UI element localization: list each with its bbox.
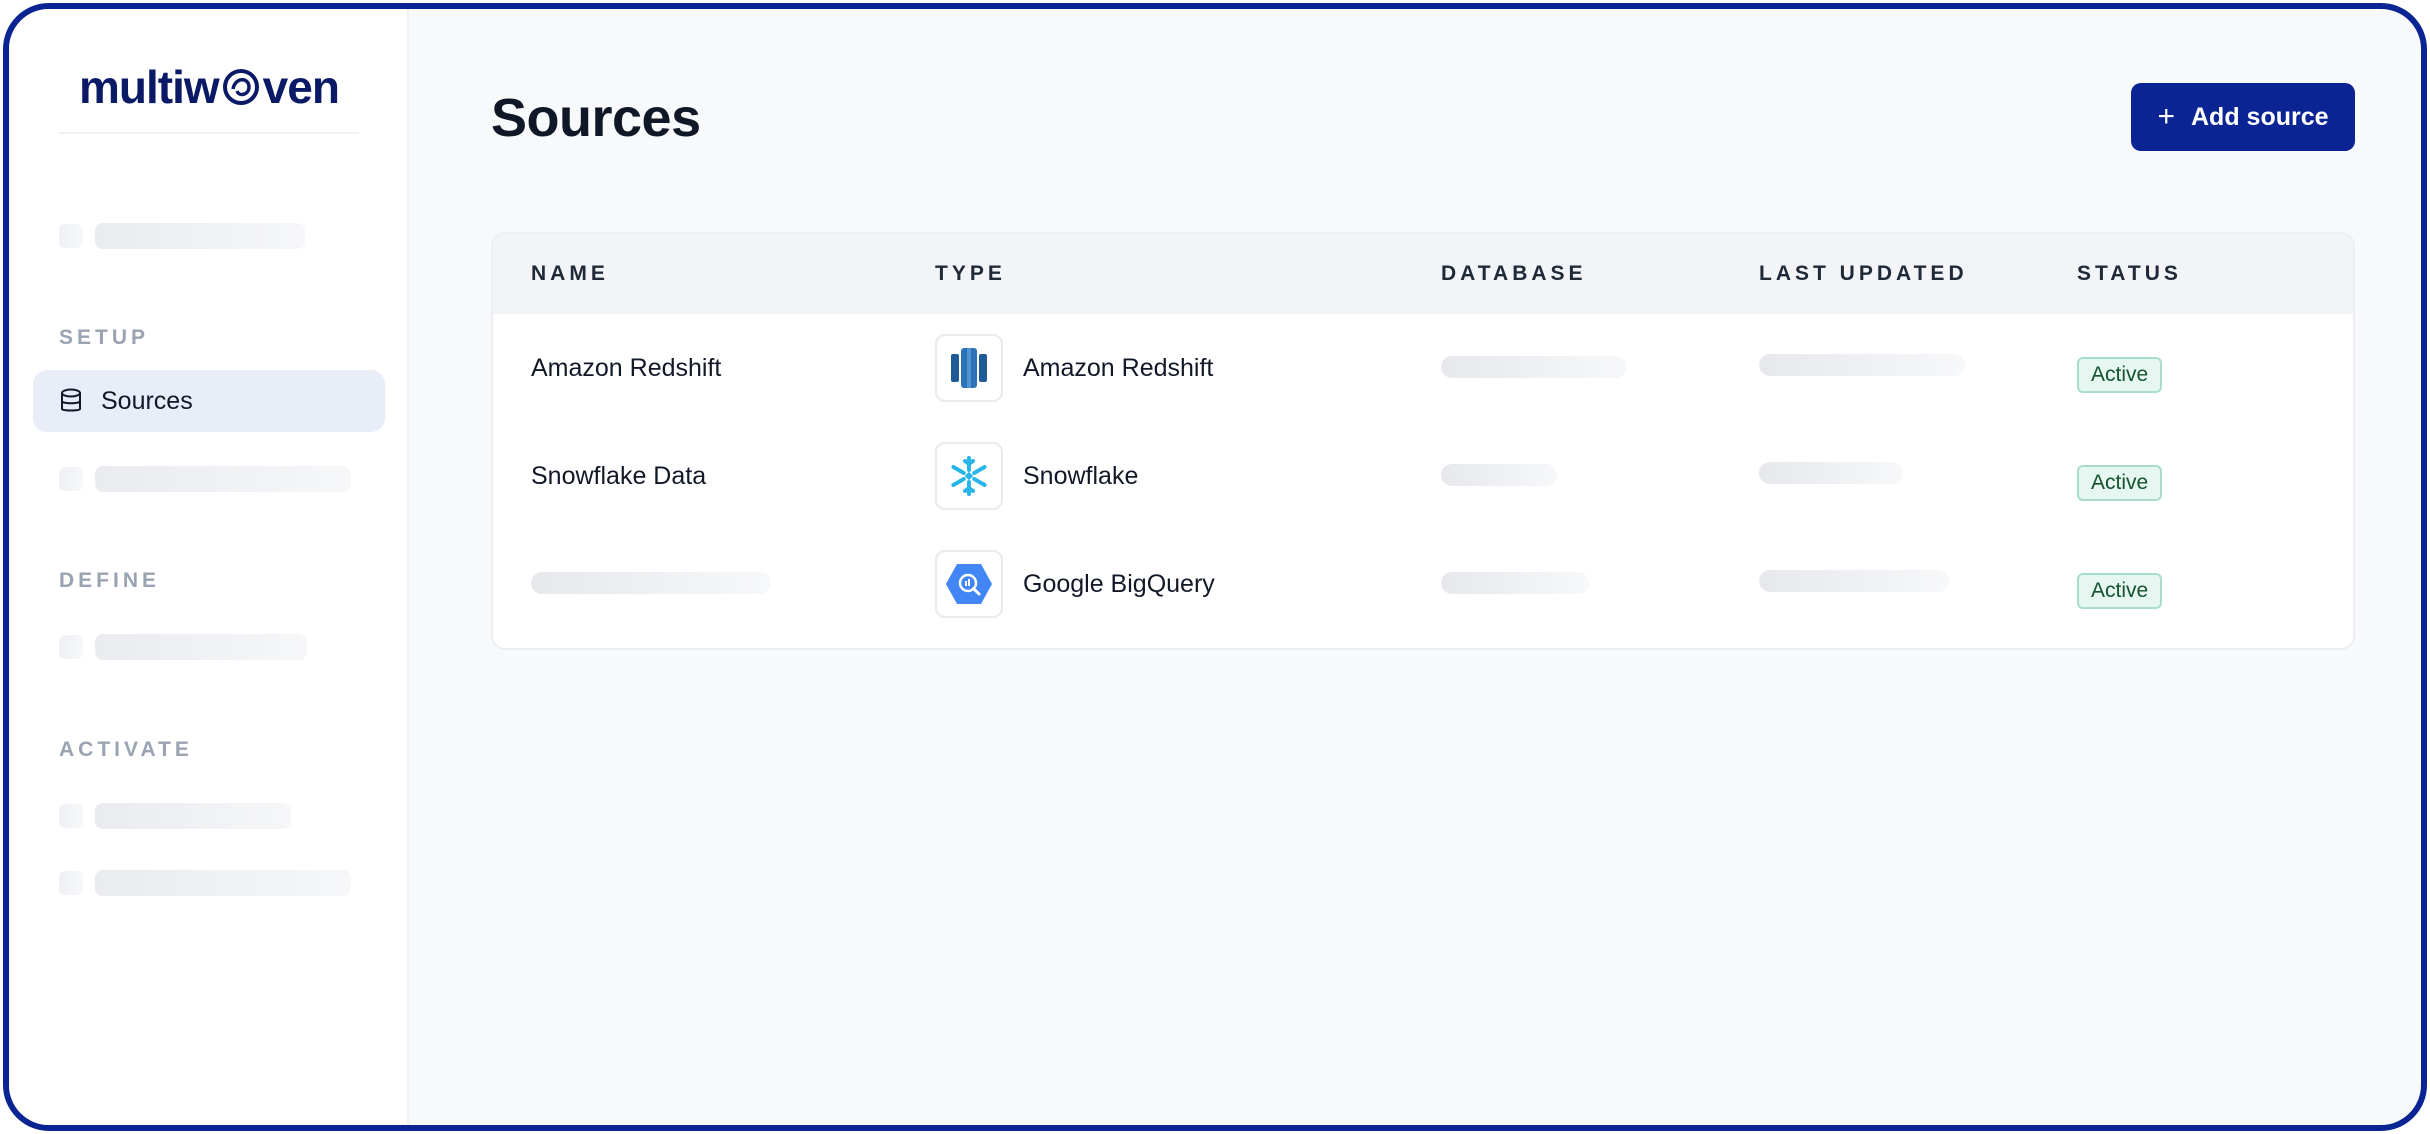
sidebar-item-placeholder: [59, 634, 307, 660]
database-icon: [61, 388, 81, 412]
status-badge: Active: [2077, 357, 2163, 393]
skeleton-icon: [59, 804, 83, 828]
row-type: Amazon Redshift: [935, 334, 1213, 402]
skeleton-label: [95, 466, 351, 492]
row-type-label: Amazon Redshift: [1023, 353, 1214, 382]
app-window: multiw ven SETUP Sources DEFINE ACTIVATE…: [3, 3, 2427, 1131]
page-title: Sources: [491, 88, 701, 148]
add-source-label: Add source: [2191, 102, 2329, 131]
skeleton-label: [95, 870, 351, 896]
google-bigquery-icon: [935, 550, 1003, 618]
skeleton-database: [1441, 572, 1589, 594]
skeleton-last-updated: [1759, 354, 1965, 376]
logo-divider: [59, 132, 359, 134]
skeleton-icon: [59, 224, 83, 248]
column-header-name: NAME: [531, 262, 609, 285]
column-header-database: DATABASE: [1441, 262, 1587, 285]
sidebar: multiw ven SETUP Sources DEFINE ACTIVATE: [9, 9, 409, 1125]
status-badge: Active: [2077, 573, 2163, 609]
skeleton-label: [95, 803, 291, 829]
sidebar-item-sources[interactable]: Sources: [33, 370, 385, 432]
column-header-type: TYPE: [935, 262, 1006, 285]
logo-text-left: multiw: [79, 61, 220, 113]
skeleton-icon: [59, 635, 83, 659]
section-label-define: DEFINE: [59, 569, 161, 592]
table-row[interactable]: Google BigQuery Active: [493, 530, 2353, 638]
column-header-status: STATUS: [2077, 262, 2182, 285]
main-content: Sources + Add source NAME TYPE DATABASE …: [409, 9, 2421, 1125]
snowflake-icon: [935, 442, 1003, 510]
amazon-redshift-icon: [935, 334, 1003, 402]
logo-swirl-icon: [222, 69, 259, 105]
skeleton-label: [95, 634, 307, 660]
table-row[interactable]: Snowflake Data Snowflake Active: [493, 422, 2353, 530]
table-header: NAME TYPE DATABASE LAST UPDATED STATUS: [493, 234, 2353, 314]
section-label-activate: ACTIVATE: [59, 738, 193, 761]
row-type-label: Snowflake: [1023, 461, 1139, 490]
plus-icon: +: [2157, 100, 2175, 133]
row-name: Amazon Redshift: [531, 354, 722, 382]
row-type-label: Google BigQuery: [1023, 569, 1215, 598]
skeleton-database: [1441, 356, 1627, 378]
sidebar-item-label: Sources: [101, 386, 193, 415]
sidebar-item-placeholder: [59, 803, 291, 829]
row-name: Snowflake Data: [531, 462, 707, 490]
add-source-button[interactable]: + Add source: [2131, 83, 2355, 151]
skeleton-icon: [59, 871, 83, 895]
logo: multiw ven: [79, 57, 340, 117]
skeleton-label: [95, 223, 305, 249]
row-type: Google BigQuery: [935, 550, 1215, 618]
skeleton-last-updated: [1759, 462, 1903, 484]
status-badge: Active: [2077, 465, 2163, 501]
skeleton-last-updated: [1759, 570, 1949, 592]
logo-text-right: ven: [262, 61, 340, 113]
section-label-setup: SETUP: [59, 326, 150, 349]
skeleton-database: [1441, 464, 1557, 486]
sidebar-item-placeholder: [59, 870, 351, 896]
table-row[interactable]: Amazon Redshift Amazon Redshift Active: [493, 314, 2353, 422]
sidebar-item-placeholder: [59, 466, 351, 492]
sources-table: NAME TYPE DATABASE LAST UPDATED STATUS A…: [491, 232, 2355, 650]
skeleton-row-name: [531, 572, 771, 594]
skeleton-icon: [59, 467, 83, 491]
sidebar-item-placeholder: [59, 223, 305, 249]
column-header-last-updated: LAST UPDATED: [1759, 262, 1968, 285]
row-type: Snowflake: [935, 442, 1138, 510]
